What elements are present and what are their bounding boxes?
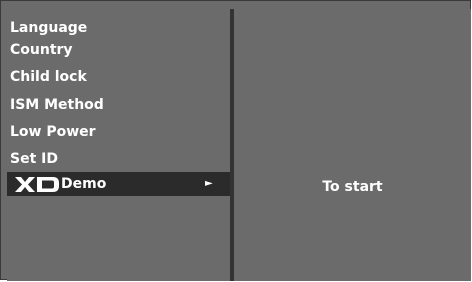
menu-item-low-power[interactable]: Low Power: [7, 120, 230, 144]
info-panel: To start: [234, 9, 471, 281]
menu-list: Language Country Child lock ISM Method L…: [7, 9, 230, 281]
xd-logo-icon: [15, 177, 59, 192]
menu-item-xd-demo[interactable]: Demo ►: [7, 172, 230, 196]
tv-osd-menu: Language Country Child lock ISM Method L…: [0, 0, 471, 281]
menu-item-set-id[interactable]: Set ID: [7, 147, 230, 171]
menu-item-language[interactable]: Language: [7, 16, 230, 40]
menu-item-country[interactable]: Country: [7, 38, 230, 62]
menu-item-ism-method[interactable]: ISM Method: [7, 93, 230, 117]
menu-item-child-lock[interactable]: Child lock: [7, 65, 230, 89]
arrow-right-icon: ►: [205, 178, 213, 189]
menu-item-label: Demo: [61, 176, 107, 192]
to-start-text: To start: [322, 179, 383, 195]
